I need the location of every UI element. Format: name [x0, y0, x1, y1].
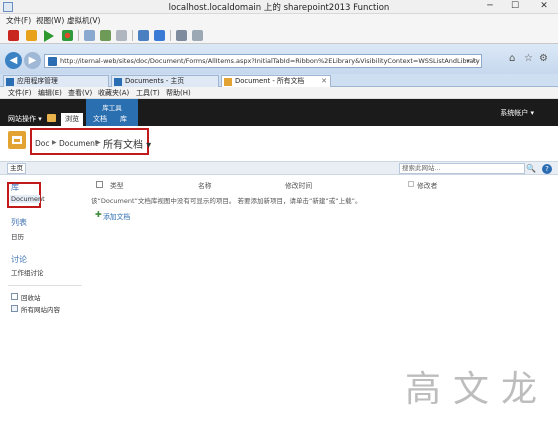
browser-tab-3[interactable]: Document - 所有文档 ✕ [221, 75, 331, 87]
favorites-icon[interactable]: ☆ [524, 53, 533, 64]
sharepoint-icon [114, 78, 122, 86]
menu-file[interactable]: 文件(F) [8, 88, 32, 98]
menu-favorites[interactable]: 收藏夹(A) [98, 88, 129, 98]
close-tab-icon[interactable]: ✕ [321, 76, 327, 87]
browser-menu-bar: 文件(F) 编辑(E) 查看(V) 收藏夹(A) 工具(T) 帮助(H) [0, 87, 558, 99]
snapshot-icon[interactable] [84, 30, 95, 41]
close-icon[interactable]: ✕ [534, 1, 554, 12]
help-icon[interactable]: ? [542, 164, 552, 174]
console-icon[interactable] [154, 30, 165, 41]
address-bar[interactable]: http://iternal-web/sites/doc/Document/Fo… [44, 54, 482, 68]
power-off-icon[interactable] [8, 30, 19, 41]
add-icon[interactable]: ✚ [95, 211, 102, 219]
column-type[interactable]: 类型 [110, 180, 124, 190]
watermark: 高文龙 [405, 369, 550, 410]
tab-browse[interactable]: 浏览 [61, 113, 83, 126]
menu-edit[interactable]: 编辑(E) [38, 88, 62, 98]
tab-documents[interactable]: 文档 [93, 114, 107, 124]
vm-menu-vm[interactable]: 虚拟机(V) [67, 15, 100, 26]
address-url[interactable]: http://iternal-web/sites/doc/Document/Fo… [60, 57, 480, 65]
vm-menu-bar: 文件(F) 视图(W) 虚拟机(V) [0, 14, 558, 27]
menu-view[interactable]: 查看(V) [68, 88, 92, 98]
ql-recycle-bin[interactable]: 回收站 [21, 292, 41, 302]
revert-icon[interactable] [100, 30, 111, 41]
vm-toolbar [0, 27, 558, 44]
column-name[interactable]: 名称 [198, 180, 212, 190]
top-navigation: 主页 搜索此网站... 🔍 ? [0, 161, 558, 175]
minimize-icon[interactable]: ─ [480, 1, 500, 12]
browser-tab-1[interactable]: 应用程序管理 [3, 75, 109, 87]
breadcrumb-site[interactable]: Doc [35, 139, 50, 148]
browser-tab-bar: 应用程序管理 Documents - 主页 Document - 所有文档 ✕ [0, 74, 558, 87]
title-area: Doc ▶ Document ▶ 所有文档 ▾ [0, 126, 558, 158]
navigate-up-icon[interactable] [47, 114, 56, 122]
sharepoint-icon [224, 78, 232, 86]
refresh-icon[interactable]: ▾ ↻ [466, 57, 478, 65]
breadcrumb: Doc ▶ Document ▶ 所有文档 ▾ [30, 128, 151, 155]
tools-gear-icon[interactable]: ⚙ [539, 53, 548, 64]
search-icon[interactable]: 🔍 [526, 164, 536, 173]
menu-help[interactable]: 帮助(H) [166, 88, 191, 98]
menu-tools[interactable]: 工具(T) [136, 88, 160, 98]
ql-item-calendar[interactable]: 日历 [11, 231, 24, 241]
all-content-icon [11, 305, 18, 312]
account-menu[interactable]: 系统帐户 ▾ [500, 108, 534, 118]
home-icon[interactable]: ⌂ [509, 53, 515, 64]
tab-library[interactable]: 库 [120, 114, 127, 124]
devices-icon[interactable] [176, 30, 187, 41]
library-tools-title: 库工具 [102, 104, 122, 112]
vm-menu-view[interactable]: 视图(W) [36, 15, 64, 26]
reset-icon[interactable] [62, 30, 73, 41]
vm-window-title: localhost.localdomain 上的 sharepoint2013 … [168, 3, 390, 13]
view-selector[interactable]: 所有文档 ▾ [103, 136, 151, 151]
manage-icon[interactable] [116, 30, 127, 41]
play-icon[interactable] [44, 30, 54, 42]
browser-toolbar: ◀ ▶ http://iternal-web/sites/doc/Documen… [0, 44, 558, 74]
breadcrumb-library[interactable]: Document [59, 139, 98, 148]
pause-icon[interactable] [26, 30, 37, 41]
ql-discussions-heading[interactable]: 讨论 [11, 254, 27, 265]
column-modified-by[interactable]: 修改者 [417, 180, 437, 190]
modified-by-checkbox[interactable] [408, 181, 414, 187]
ribbon: 网站操作 ▾ 浏览 库工具 文档 库 系统帐户 ▾ [0, 99, 558, 126]
recycle-bin-icon [11, 293, 18, 300]
forward-icon[interactable]: ▶ [24, 52, 41, 69]
ql-all-site-content[interactable]: 所有网站内容 [21, 304, 60, 314]
add-document-link[interactable]: 添加文档 [103, 211, 130, 221]
sharepoint-icon [6, 78, 14, 86]
search-input[interactable]: 搜索此网站... [399, 163, 525, 174]
site-logo-icon [8, 131, 26, 149]
back-icon[interactable]: ◀ [5, 52, 22, 69]
vm-menu-file[interactable]: 文件(F) [6, 15, 31, 26]
empty-message: 该“Document”文档库视图中没有可显示的项目。 若要添加新项目，请单击“新… [91, 197, 362, 205]
ql-item-team-discussion[interactable]: 工作组讨论 [11, 267, 44, 277]
breadcrumb-arrow-icon: ▶ [52, 139, 57, 146]
page-icon [48, 57, 57, 66]
select-all-checkbox[interactable] [96, 181, 103, 188]
ql-lists-heading[interactable]: 列表 [11, 217, 27, 228]
nav-home[interactable]: 主页 [7, 163, 26, 174]
quick-launch: 库 Document 列表 日历 讨论 工作组讨论 回收站 所有网站内容 [0, 177, 86, 422]
vm-title-bar: localhost.localdomain 上的 sharepoint2013 … [0, 0, 558, 14]
library-tools-group: 库工具 文档 库 [86, 99, 138, 126]
site-actions-menu[interactable]: 网站操作 ▾ [8, 114, 42, 124]
browser-tab-2[interactable]: Documents - 主页 [111, 75, 219, 87]
fullscreen-icon[interactable] [138, 30, 149, 41]
ql-libraries-heading[interactable]: 库 [11, 182, 19, 193]
column-modified[interactable]: 修改时间 [285, 180, 312, 190]
breadcrumb-arrow-icon: ▶ [96, 139, 101, 146]
tab-label: Documents - 主页 [125, 77, 185, 85]
tab-label: 应用程序管理 [17, 77, 58, 85]
tab-label: Document - 所有文档 [235, 77, 305, 85]
list-view: 类型 名称 修改时间 修改者 该“Document”文档库视图中没有可显示的项目… [88, 177, 558, 237]
ql-item-document[interactable]: Document [10, 195, 45, 203]
settings-icon[interactable] [192, 30, 203, 41]
maximize-icon[interactable]: ☐ [505, 1, 525, 12]
